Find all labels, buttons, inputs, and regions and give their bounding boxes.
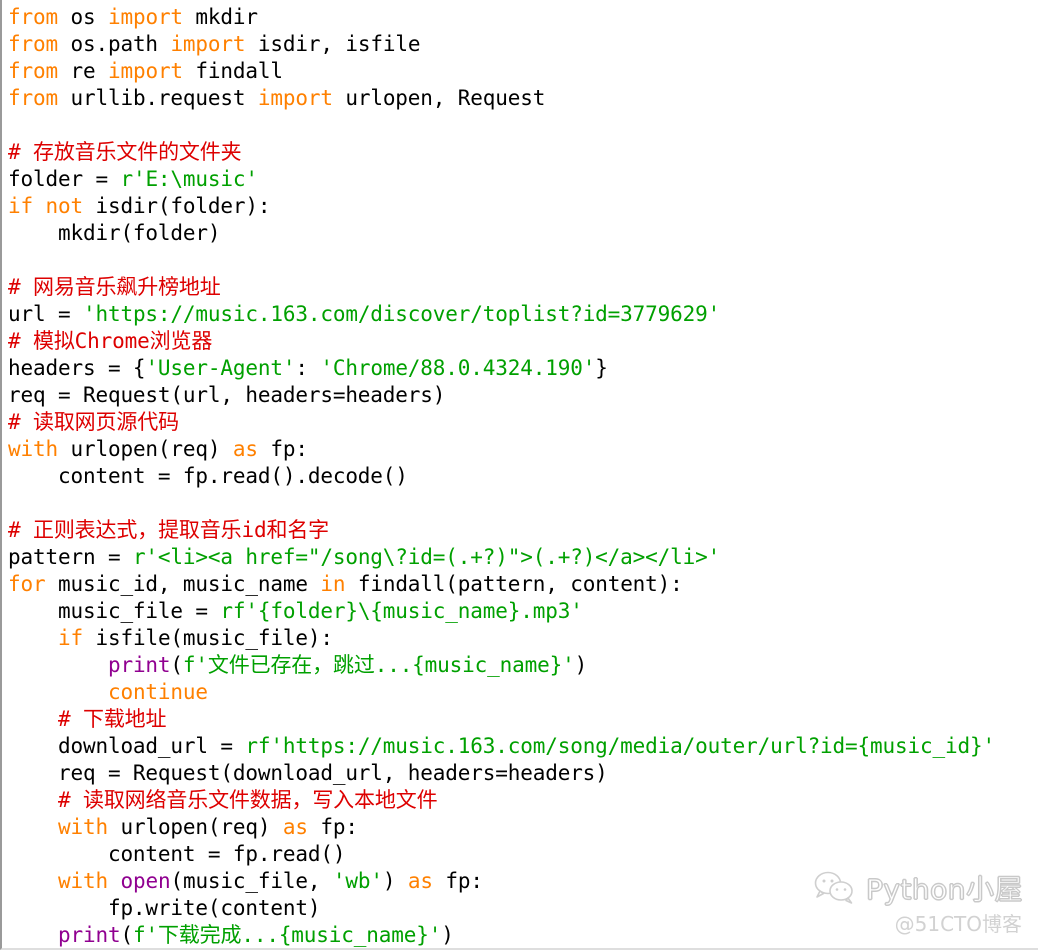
code-line: with urlopen(req) as fp: <box>57 815 358 839</box>
code-line: download_url = rf'https://music.163.com/… <box>8 734 995 758</box>
code-line: # 网易音乐飙升榜地址 <box>8 275 221 299</box>
code-line: content = fp.read().decode() <box>8 464 408 488</box>
code-line: if isfile(music_file): <box>57 626 333 650</box>
code-line: # 读取网络音乐文件数据，写入本地文件 <box>57 788 438 812</box>
code-line: # 下载地址 <box>57 707 167 731</box>
code-line: # 读取网页源代码 <box>8 410 179 434</box>
code-line: url = 'https://music.163.com/discover/to… <box>8 302 721 326</box>
code-line: music_file = rf'{folder}\{music_name}.mp… <box>8 599 583 623</box>
code-line: # 存放音乐文件的文件夹 <box>8 140 242 164</box>
code-line: with open(music_file, 'wb') as fp: <box>57 869 483 893</box>
python-code-block: from os import mkdir from os.path import … <box>2 0 995 948</box>
code-line: print(f'文件已存在，跳过...{music_name}') <box>107 653 588 677</box>
code-line: headers = {'User-Agent': 'Chrome/88.0.43… <box>8 356 608 380</box>
code-line: print(f'下载完成...{music_name}') <box>57 923 454 947</box>
code-line: with urlopen(req) as fp: <box>8 437 308 461</box>
code-line: req = Request(url, headers=headers) <box>8 383 446 407</box>
code-line: fp.write(content) <box>8 896 321 920</box>
code-line: from os import mkdir <box>8 5 258 29</box>
code-line: folder = r'E:\music' <box>8 167 258 191</box>
code-line: # 正则表达式，提取音乐id和名字 <box>8 518 330 542</box>
code-line: req = Request(download_url, headers=head… <box>8 761 608 785</box>
code-line: # 模拟Chrome浏览器 <box>8 329 213 353</box>
code-line: if not isdir(folder): <box>8 194 271 218</box>
code-line: from os.path import isdir, isfile <box>8 32 421 56</box>
code-line: for music_id, music_name in findall(patt… <box>8 572 683 596</box>
code-screenshot: from os import mkdir from os.path import … <box>0 0 1038 950</box>
code-line: continue <box>107 680 208 704</box>
code-line: from urllib.request import urlopen, Requ… <box>8 86 546 110</box>
code-line: mkdir(folder) <box>8 221 221 245</box>
code-line: content = fp.read() <box>8 842 346 866</box>
code-line: pattern = r'<li><a href="/song\?id=(.+?)… <box>8 545 721 569</box>
code-line: from re import findall <box>8 59 283 83</box>
